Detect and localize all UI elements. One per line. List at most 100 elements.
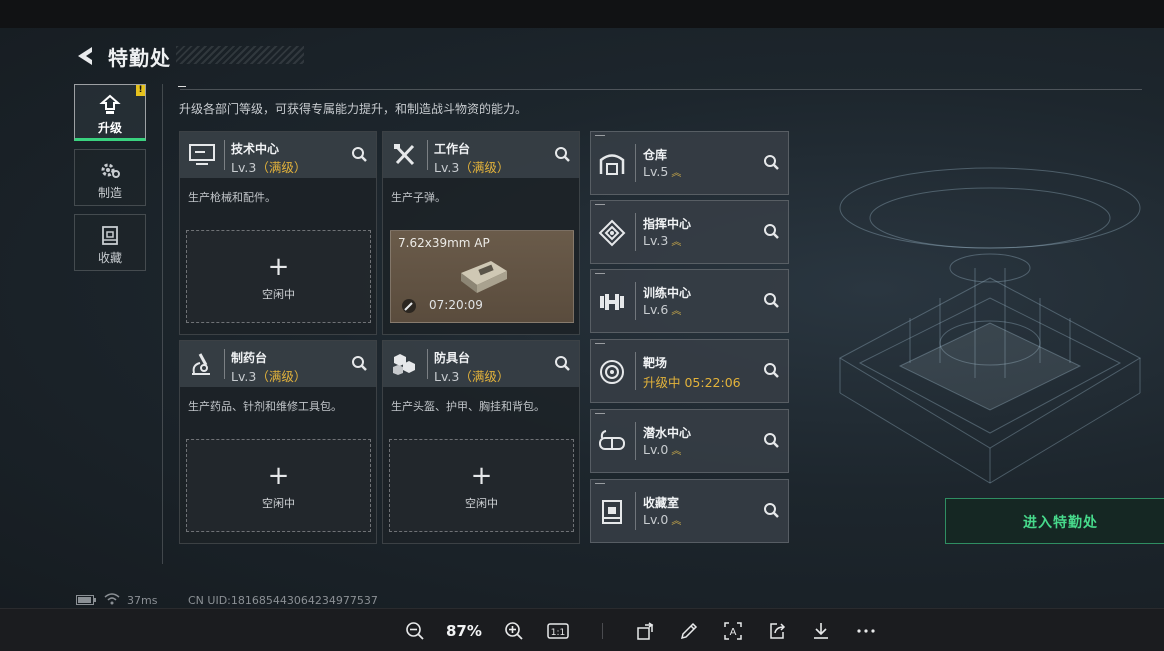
level-value: Lv.0 <box>643 512 669 527</box>
card-description: 生产子弹。 <box>391 191 446 204</box>
card-armor-bench[interactable]: 防具台 Lv.3（满级） 生产头盔、护甲、胸挂和背包。 + 空闲中 <box>382 340 580 544</box>
card-tech-center[interactable]: 技术中心 Lv.3（满级） 生产枪械和配件。 + 空闲中 <box>179 131 377 335</box>
level-value: Lv.3 <box>231 160 257 175</box>
dept-level: Lv.3 ︽ <box>643 233 681 248</box>
dept-name: 指挥中心 <box>643 217 692 231</box>
share-icon[interactable] <box>767 621 787 641</box>
dept-level: Lv.5 ︽ <box>643 164 681 179</box>
level-value: Lv.3 <box>643 233 669 248</box>
card-level: Lv.3（满级） <box>434 157 509 176</box>
nav-divider <box>162 84 163 564</box>
dept-shooting-range[interactable]: 靶场 升级中 05:22:06 <box>590 339 789 403</box>
nav-label: 收藏 <box>97 251 122 265</box>
ammo-box-icon <box>461 261 507 293</box>
nav-label: 制造 <box>97 186 122 200</box>
title-decoration <box>176 46 304 64</box>
zoom-in-icon[interactable] <box>504 621 524 641</box>
card-level: Lv.3（满级） <box>434 366 509 385</box>
card-pharmacy[interactable]: 制药台 Lv.3（满级） 生产药品、针剂和维修工具包。 + 空闲中 <box>179 340 377 544</box>
slot-status: 空闲中 <box>262 497 295 510</box>
card-description: 生产枪械和配件。 <box>188 191 276 204</box>
search-icon[interactable] <box>350 354 370 374</box>
wifi-icon <box>104 593 120 605</box>
level-value: Lv.0 <box>643 442 669 457</box>
rotate-icon[interactable] <box>636 621 656 641</box>
divider-tick <box>178 86 186 87</box>
microscope-icon <box>192 353 210 375</box>
corner-mark <box>595 135 605 136</box>
page-title: 特勤处 <box>108 46 171 70</box>
plus-icon: + <box>470 461 493 491</box>
building-illustration <box>838 167 1142 484</box>
search-icon[interactable] <box>762 291 782 311</box>
zoom-out-icon[interactable] <box>405 621 425 641</box>
card-header: 技术中心 Lv.3（满级） <box>180 132 376 178</box>
corner-mark <box>595 273 605 274</box>
notification-badge: ! <box>136 85 145 96</box>
search-icon[interactable] <box>762 361 782 381</box>
search-icon[interactable] <box>762 431 782 451</box>
chevron-up-icon: ︽ <box>671 306 682 317</box>
slot-status: 空闲中 <box>465 497 498 510</box>
search-icon[interactable] <box>762 153 782 173</box>
command-icon <box>598 219 626 247</box>
nav-tab-craft[interactable]: 制造 <box>74 149 146 206</box>
dept-training-center[interactable]: 训练中心 Lv.6 ︽ <box>590 269 789 333</box>
separator <box>427 349 428 379</box>
game-screen: 特勤处 升级各部门等级，可获得专属能力提升，和制造战斗物资的能力。 ! 升级 制… <box>0 28 1164 608</box>
search-icon[interactable] <box>762 501 782 521</box>
crafting-item-slot[interactable]: 7.62x39mm AP 07:20:09 <box>390 230 574 323</box>
slot-status: 空闲中 <box>262 288 295 301</box>
nav-tab-upgrade[interactable]: ! 升级 <box>74 84 146 141</box>
search-icon[interactable] <box>553 145 573 165</box>
search-icon[interactable] <box>350 145 370 165</box>
production-slot[interactable]: + 空闲中 <box>186 230 371 323</box>
chevron-up-icon: ︽ <box>671 237 682 248</box>
dept-warehouse[interactable]: 仓库 Lv.5 ︽ <box>590 131 789 195</box>
armor-icon <box>393 354 415 375</box>
maxed-label: （满级） <box>459 369 510 384</box>
dept-name: 收藏室 <box>643 496 680 510</box>
maxed-label: （满级） <box>459 160 510 175</box>
dept-upgrade-timer: 升级中 05:22:06 <box>643 375 741 390</box>
corner-mark <box>595 343 605 344</box>
more-options-icon[interactable] <box>856 621 876 641</box>
level-value: Lv.3 <box>231 369 257 384</box>
tools-icon <box>394 144 415 166</box>
search-icon[interactable] <box>762 222 782 242</box>
dept-command-center[interactable]: 指挥中心 Lv.3 ︽ <box>590 200 789 264</box>
card-header: 制药台 Lv.3（满级） <box>180 341 376 387</box>
dept-diving-center[interactable]: 潜水中心 Lv.0 ︽ <box>590 409 789 473</box>
edit-pencil-icon[interactable] <box>679 621 699 641</box>
download-icon[interactable] <box>811 621 831 641</box>
dept-collection-room[interactable]: 收藏室 Lv.0 ︽ <box>590 479 789 543</box>
crafting-item-name: 7.62x39mm AP <box>398 236 490 250</box>
monitor-icon <box>189 144 215 165</box>
diving-mask-icon <box>599 430 625 450</box>
crafting-timer: 07:20:09 <box>429 298 483 312</box>
card-title: 工作台 <box>434 142 471 156</box>
enter-special-ops-button[interactable]: 进入特勤处 <box>945 498 1164 544</box>
dept-name: 靶场 <box>643 356 668 370</box>
level-value: Lv.3 <box>434 160 460 175</box>
page-description: 升级各部门等级，可获得专属能力提升，和制造战斗物资的能力。 <box>179 102 528 116</box>
zoom-level: 87% <box>446 622 482 640</box>
plus-icon: + <box>267 252 290 282</box>
collection-icon <box>602 500 622 524</box>
window-top-bar <box>0 0 1164 28</box>
gear-icon <box>101 163 120 178</box>
card-workbench[interactable]: 工作台 Lv.3（满级） 生产子弹。 7.62x39mm AP 07:20:09 <box>382 131 580 335</box>
corner-mark <box>595 483 605 484</box>
text-recognition-icon[interactable]: A <box>723 621 743 641</box>
warehouse-icon <box>599 154 625 175</box>
search-icon[interactable] <box>553 354 573 374</box>
back-arrow-icon[interactable] <box>74 44 98 68</box>
production-slot[interactable]: + 空闲中 <box>389 439 574 532</box>
header-divider <box>180 89 1142 90</box>
production-slot[interactable]: + 空闲中 <box>186 439 371 532</box>
svg-text:1:1: 1:1 <box>551 628 565 638</box>
actual-size-icon[interactable]: 1:1 <box>547 621 569 641</box>
plus-icon: + <box>267 461 290 491</box>
nav-tab-collection[interactable]: 收藏 <box>74 214 146 271</box>
chevron-up-icon: ︽ <box>671 446 682 457</box>
